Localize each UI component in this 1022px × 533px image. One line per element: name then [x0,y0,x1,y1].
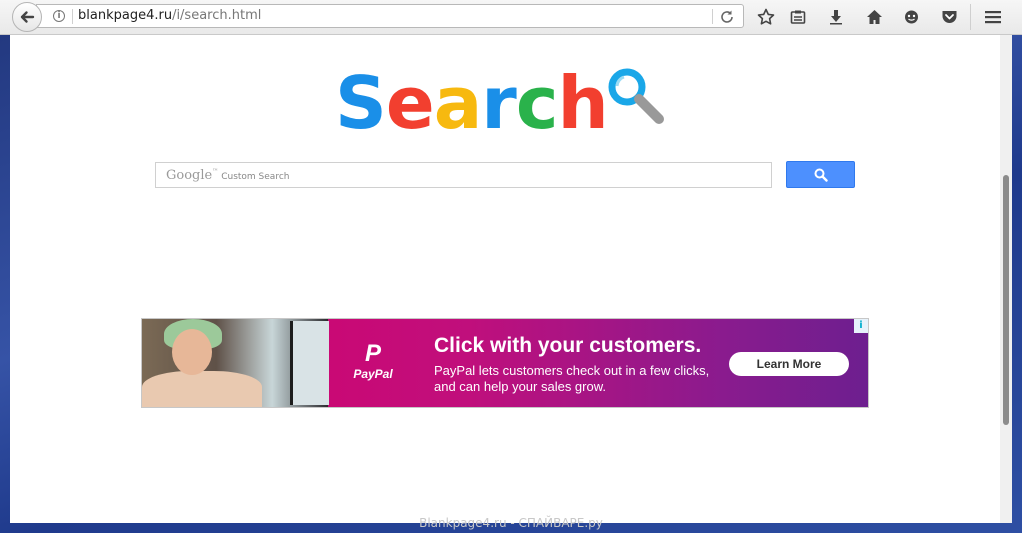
watermark-caption: Blankpage4.ru - СПАЙВАРЕ.ру [419,516,603,530]
paypal-logo: P PayPal [348,340,398,382]
logo-letter-e: e [385,61,435,145]
logo-letter-a: a [433,61,483,145]
reload-icon[interactable] [719,9,735,25]
search-placeholder: Google™Custom Search [166,168,289,183]
search-logo: Search [335,61,664,145]
ad-photo-face [172,329,212,375]
logo-letter-r: r [481,61,517,145]
scrollbar[interactable] [1000,35,1012,523]
learn-more-button[interactable]: Learn More [729,352,849,376]
adchoices-icon[interactable]: i [854,319,868,333]
back-button[interactable] [12,2,42,32]
reading-list-icon[interactable] [788,7,808,27]
ad-photo-monitor [290,321,329,405]
search-input[interactable]: Google™Custom Search [155,162,772,188]
placeholder-text: Custom Search [221,172,290,182]
page-viewport: Search Google™Custom Search P PayPal Cli [10,35,1000,523]
paypal-wordmark: PayPal [353,367,393,381]
star-icon[interactable] [756,7,776,27]
ad-banner[interactable]: P PayPal Click with your customers. PayP… [141,318,869,408]
info-icon[interactable]: i [53,10,65,22]
toolbar-divider [970,4,971,30]
logo-text: Search [335,61,609,145]
logo-letter-s: S [335,61,387,145]
ad-body: PayPal lets customers check out in a few… [434,363,710,394]
search-icon [814,168,828,182]
url-path: /i/search.html [172,8,262,23]
ad-photo-person [142,371,262,407]
browser-toolbar: i blankpage4.ru/i/search.html [0,0,1022,35]
magnifier-icon [608,68,664,124]
url-divider [72,9,73,24]
search-button[interactable] [786,161,855,188]
scrollbar-thumb[interactable] [1003,175,1009,425]
home-icon[interactable] [864,7,884,27]
download-icon[interactable] [826,7,846,27]
pocket-icon[interactable] [939,7,959,27]
reload-divider [712,9,713,24]
logo-letter-c: c [515,61,559,145]
menu-icon[interactable] [983,7,1003,27]
placeholder-brand: Google™ [166,168,219,183]
url-host: blankpage4.ru [78,8,173,23]
logo-letter-h: h [557,61,609,145]
placeholder-trademark: ™ [212,168,219,175]
url-bar[interactable]: i blankpage4.ru/i/search.html [36,4,744,28]
url-text[interactable]: blankpage4.ru/i/search.html [78,8,261,23]
chat-icon[interactable] [901,7,921,27]
back-arrow-icon [20,11,35,23]
ad-photo [142,319,329,407]
ad-headline: Click with your customers. [434,334,702,357]
paypal-p-icon: P [364,340,381,367]
